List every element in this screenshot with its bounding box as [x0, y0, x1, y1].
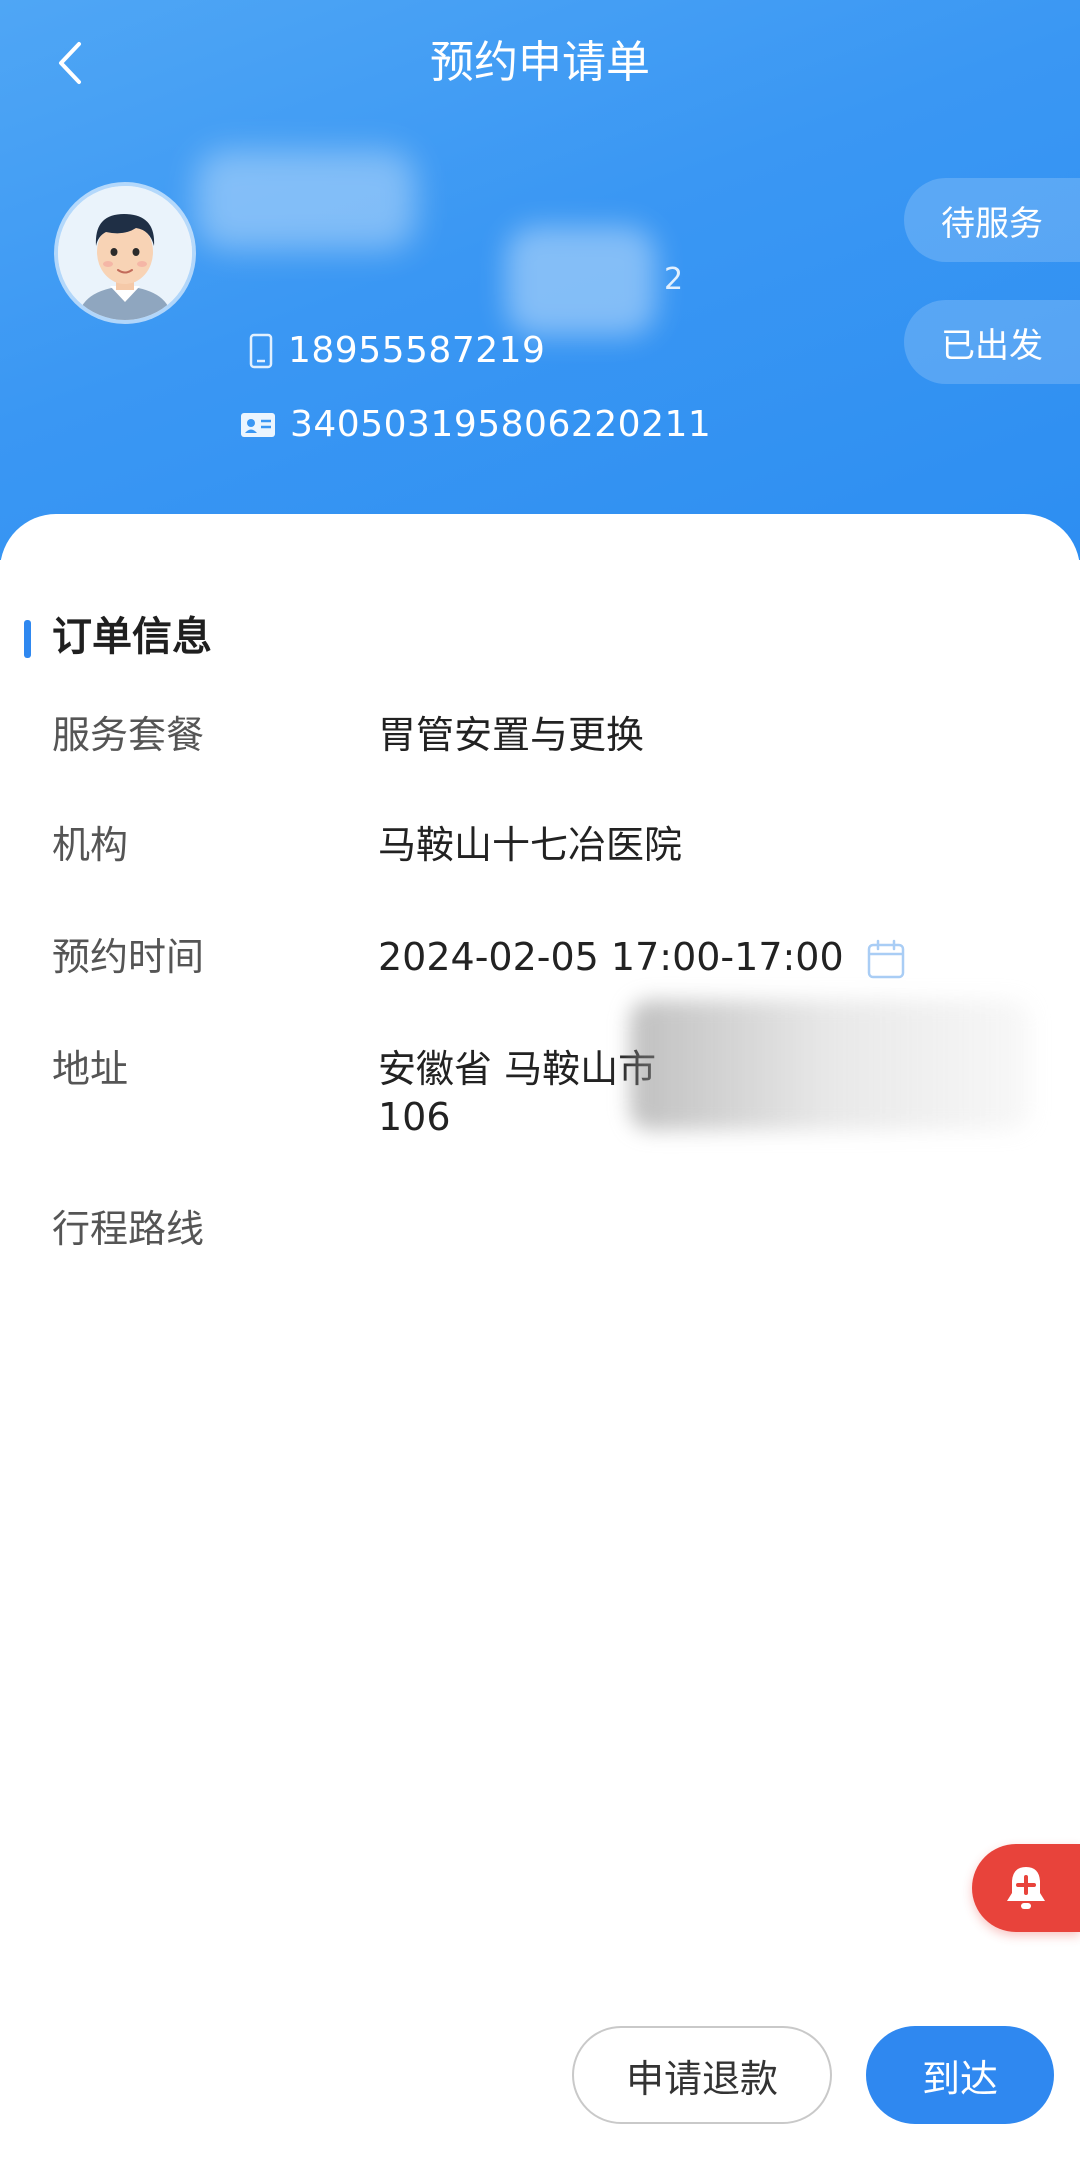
service-package-label: 服务套餐 [52, 713, 205, 757]
alarm-bell-icon [1007, 1867, 1045, 1909]
section-accent-bar [24, 620, 31, 658]
emergency-alert-button[interactable] [972, 1844, 1080, 1932]
phone-row: 18955587219 [248, 330, 545, 371]
id-number: 340503195806220211 [290, 404, 712, 445]
apply-refund-button[interactable]: 申请退款 [572, 2026, 832, 2124]
avatar [58, 186, 192, 320]
status-departed-button[interactable]: 已出发 [904, 300, 1080, 384]
phone-icon [249, 333, 273, 368]
appointment-time-label: 预约时间 [52, 935, 205, 979]
service-package-value: 胃管安置与更换 [378, 713, 645, 757]
order-card [0, 514, 1080, 2160]
phone-number: 18955587219 [288, 330, 546, 371]
id-row: 340503195806220211 [240, 404, 711, 445]
address-value-line2: 106 [378, 1095, 451, 1139]
status-pending-service-button[interactable]: 待服务 [904, 178, 1080, 262]
section-title: 订单信息 [52, 614, 212, 660]
address-label: 地址 [52, 1047, 129, 1091]
institution-value: 马鞍山十七冶医院 [378, 823, 683, 867]
arrive-button[interactable]: 到达 [866, 2026, 1054, 2124]
name-suffix: 2 [664, 262, 684, 297]
institution-label: 机构 [52, 823, 129, 867]
name-redacted [196, 150, 416, 250]
page-title: 预约申请单 [430, 37, 650, 88]
appointment-time-value: 2024-02-05 17:00-17:00 [378, 935, 844, 979]
id-card-icon [241, 412, 275, 437]
address-value-line1: 安徽省 马鞍山市 [378, 1047, 657, 1091]
name-redacted-2 [506, 226, 656, 336]
address-redacted [630, 1000, 1030, 1130]
calendar-icon[interactable] [866, 938, 906, 980]
route-label: 行程路线 [52, 1207, 205, 1251]
